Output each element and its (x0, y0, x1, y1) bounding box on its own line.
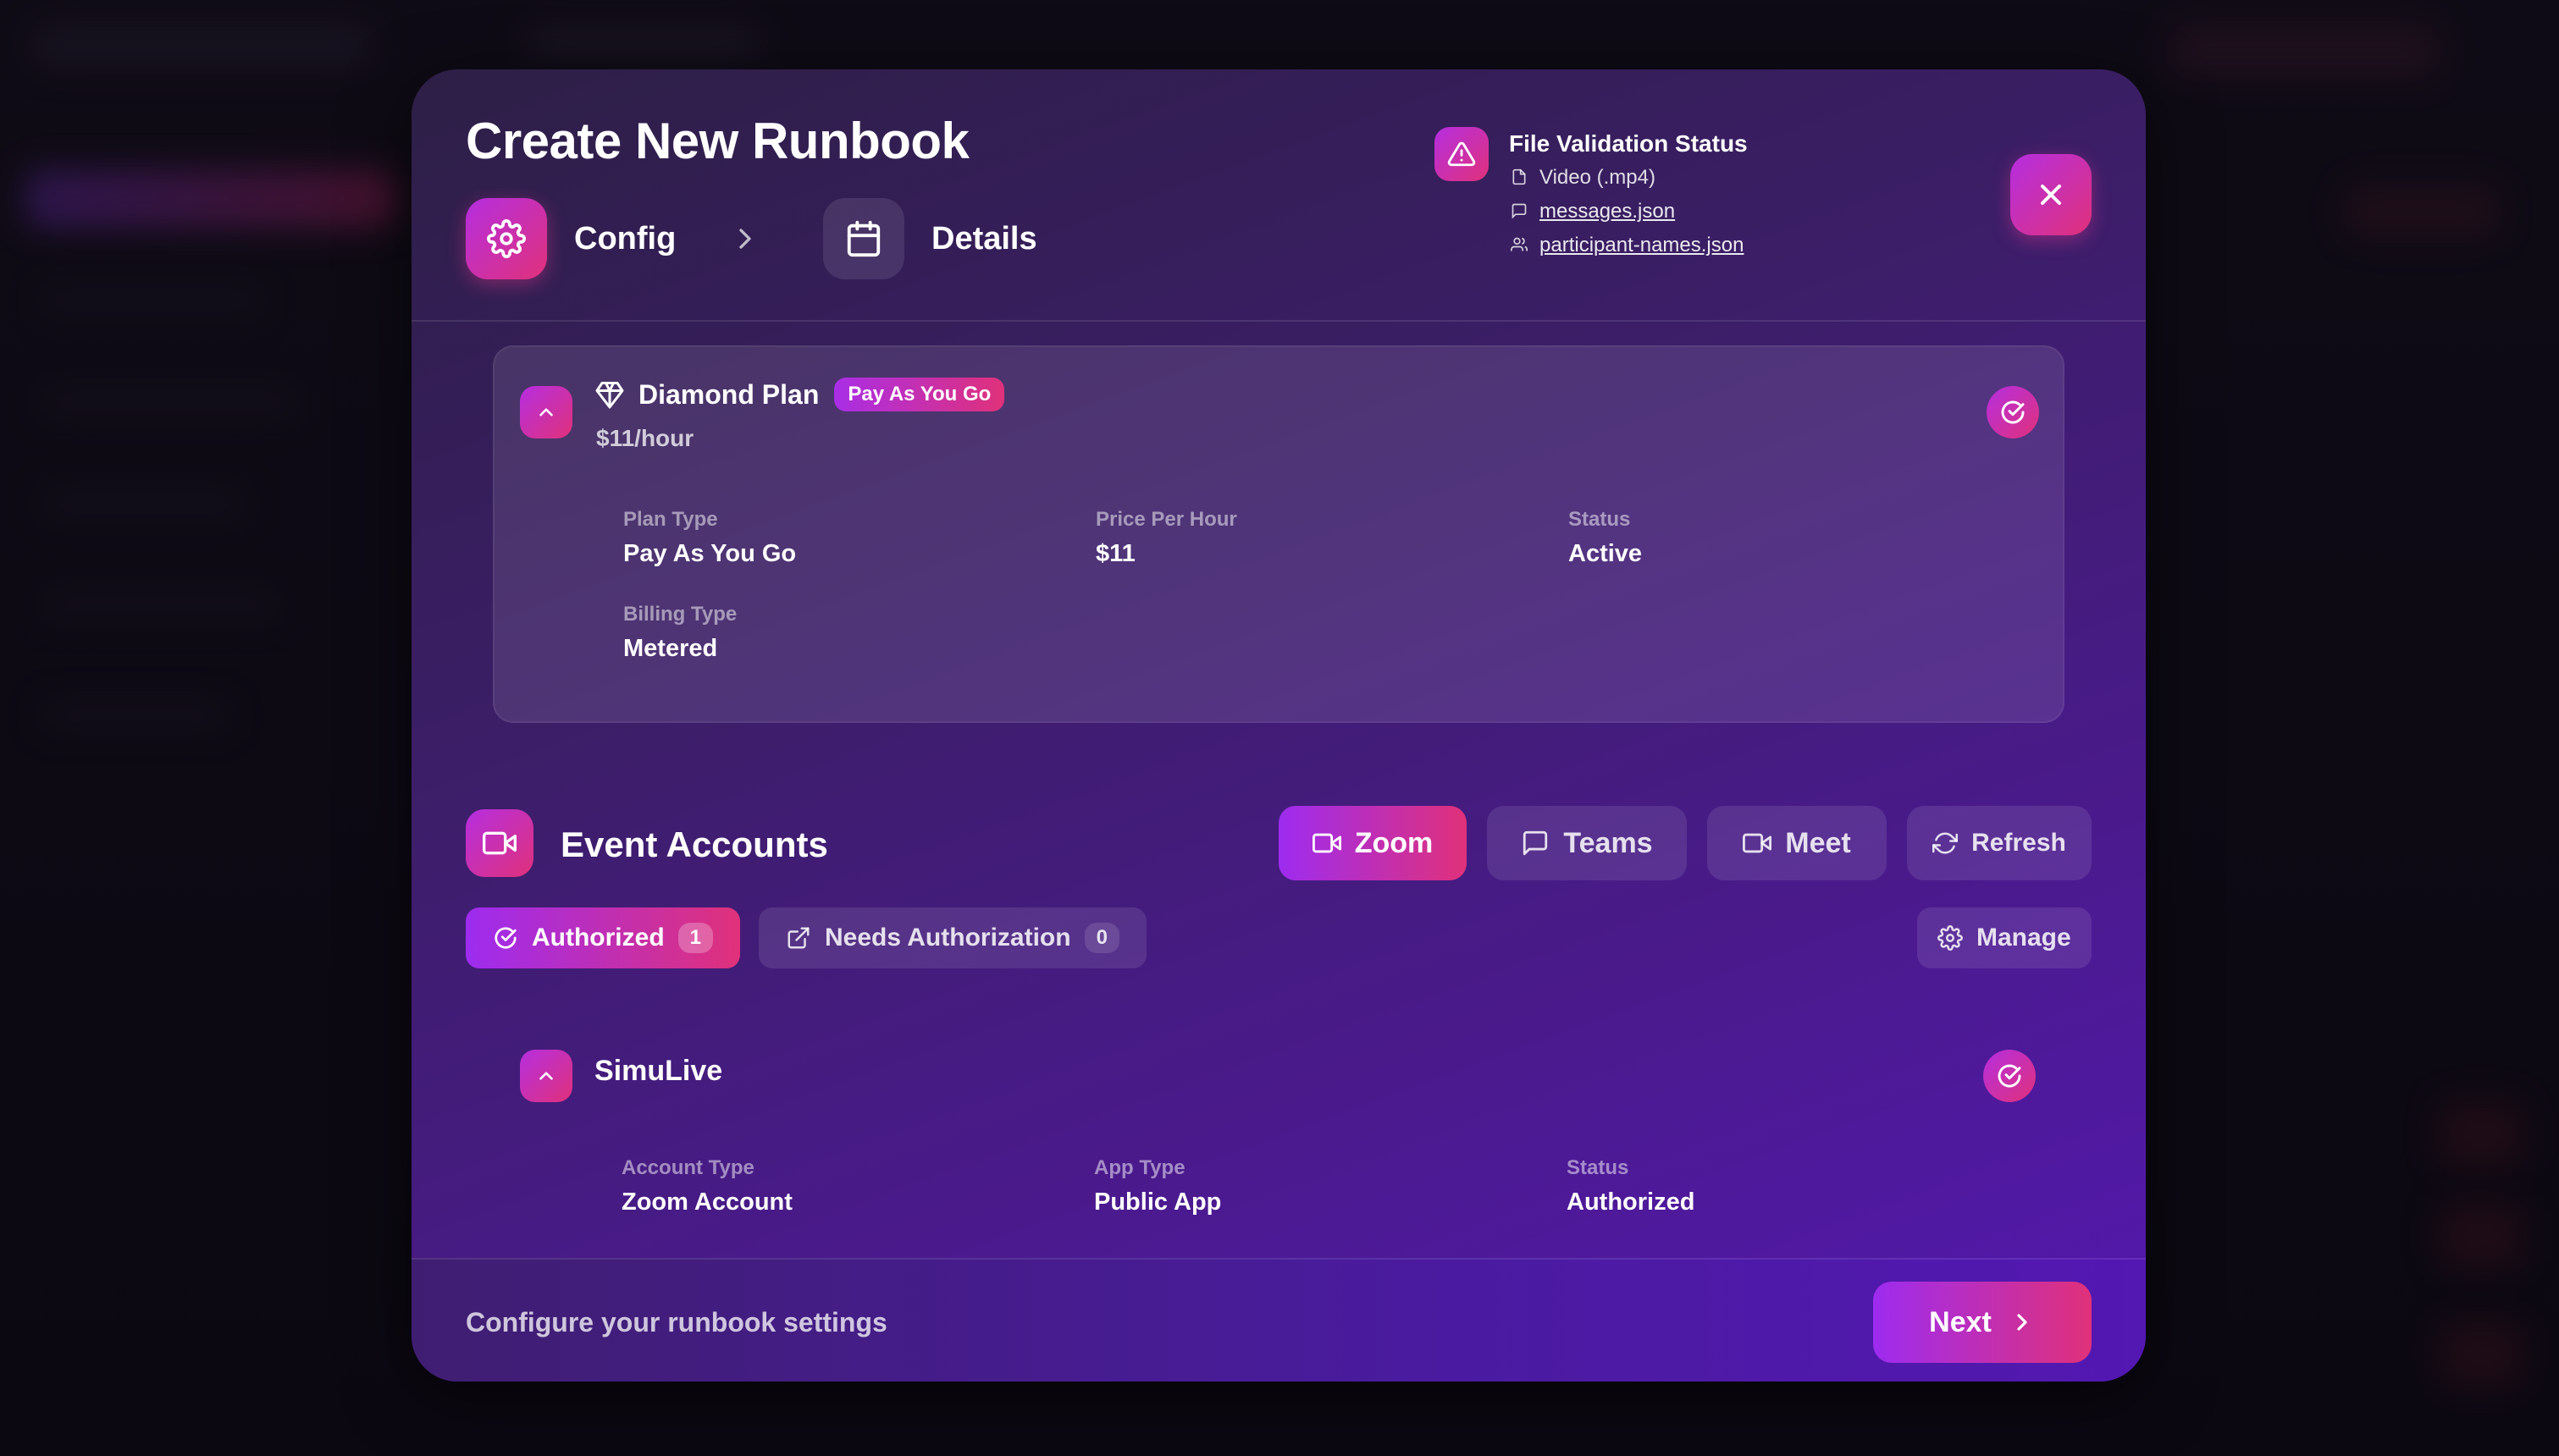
count-badge: 0 (1084, 923, 1119, 953)
account-name: SimuLive (594, 1055, 723, 1087)
calendar-icon (823, 198, 904, 279)
step-label: Details (931, 220, 1037, 256)
plan-price: $11/hour (596, 425, 694, 451)
file-item-video: Video (.mp4) (1511, 166, 1655, 190)
message-icon (1511, 202, 1529, 221)
video-icon (1743, 829, 1772, 858)
file-item-participants[interactable]: participant-names.json (1511, 234, 1744, 257)
refresh-button[interactable]: Refresh (1907, 806, 2092, 880)
account-collapse-button[interactable] (520, 1050, 572, 1102)
filter-authorized[interactable]: Authorized 1 (466, 907, 741, 968)
tab-zoom[interactable]: Zoom (1279, 806, 1467, 880)
plan-collapse-button[interactable] (520, 386, 572, 438)
plan-title-row: Diamond Plan Pay As You Go (594, 378, 1005, 411)
file-item-messages[interactable]: messages.json (1511, 200, 1675, 223)
close-button[interactable] (2010, 154, 2092, 235)
diamond-icon (594, 379, 625, 410)
account-status-field: Status Authorized (1567, 1156, 1695, 1216)
event-accounts-title: Event Accounts (561, 825, 828, 864)
plan-status-field: Status Active (1568, 508, 1643, 567)
modal-title: Create New Runbook (466, 113, 970, 169)
external-link-icon (786, 925, 811, 951)
file-icon (1511, 168, 1529, 187)
message-square-icon (1521, 829, 1550, 858)
step-config[interactable]: Config (466, 198, 676, 279)
plan-card: Diamond Plan Pay As You Go $11/hour Plan… (493, 345, 2064, 723)
participants-link[interactable]: participant-names.json (1539, 234, 1744, 257)
create-runbook-modal: Create New Runbook Config Details File V… (412, 69, 2146, 1382)
chevron-right-icon (2009, 1309, 2036, 1336)
chevron-up-icon (535, 401, 557, 423)
account-type-field: Account Type Zoom Account (622, 1156, 793, 1216)
next-button[interactable]: Next (1873, 1282, 2092, 1363)
account-authorized-indicator[interactable] (1983, 1050, 2036, 1102)
price-per-hour-field: Price Per Hour $11 (1096, 508, 1237, 567)
plan-type-field: Plan Type Pay As You Go (623, 508, 797, 567)
count-badge: 1 (677, 923, 714, 953)
billing-type-field: Billing Type Metered (623, 603, 738, 662)
check-circle-icon (1999, 399, 2026, 426)
messages-link[interactable]: messages.json (1539, 200, 1675, 223)
modal-footer: Configure your runbook settings Next (412, 1258, 2146, 1382)
step-details[interactable]: Details (823, 198, 1037, 279)
check-circle-icon (1996, 1062, 2023, 1089)
refresh-icon (1932, 830, 1959, 856)
plan-badge: Pay As You Go (834, 378, 1005, 411)
gear-icon (1937, 925, 1963, 951)
modal-header: Create New Runbook Config Details File V… (412, 69, 2146, 322)
manage-button[interactable]: Manage (1917, 907, 2092, 968)
close-icon (2034, 178, 2068, 212)
gear-icon (466, 198, 547, 279)
file-validation-title: File Validation Status (1509, 130, 1748, 157)
chevron-up-icon (535, 1065, 557, 1087)
video-icon (466, 809, 533, 877)
step-label: Config (574, 220, 677, 256)
tab-meet[interactable]: Meet (1707, 806, 1887, 880)
filter-needs-authorization[interactable]: Needs Authorization 0 (759, 907, 1147, 968)
tab-teams[interactable]: Teams (1487, 806, 1687, 880)
app-type-field: App Type Public App (1094, 1156, 1222, 1216)
check-circle-icon (493, 925, 518, 951)
plan-name: Diamond Plan (638, 378, 820, 410)
plan-selected-indicator[interactable] (1987, 386, 2039, 438)
warning-icon (1434, 127, 1489, 181)
video-icon (1312, 829, 1341, 858)
users-icon (1511, 236, 1529, 255)
chevron-right-icon (728, 222, 762, 260)
footer-hint: Configure your runbook settings (466, 1307, 887, 1337)
